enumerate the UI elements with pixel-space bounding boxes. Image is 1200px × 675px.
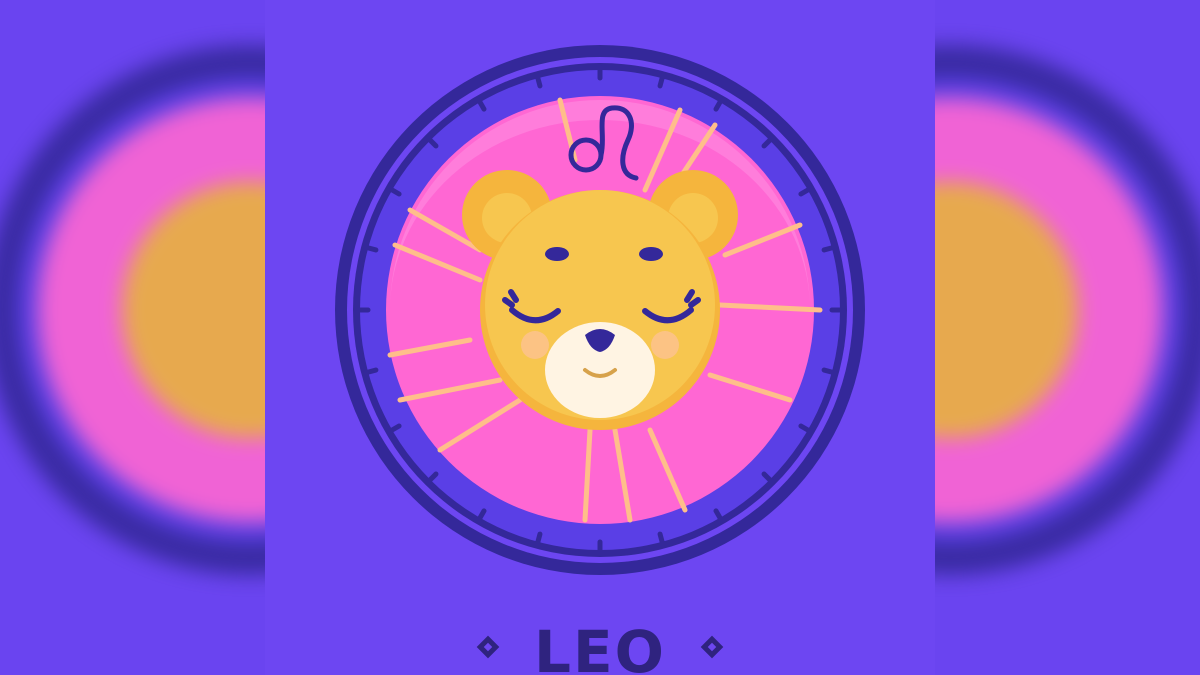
leo-zodiac-image: LEO: [0, 0, 1200, 675]
clock-tick: [534, 72, 543, 89]
title-row: LEO: [0, 612, 1200, 675]
clock-tick: [657, 72, 666, 89]
clock-tick: [534, 531, 543, 548]
clock-tick: [362, 244, 379, 253]
zodiac-badge: [335, 45, 865, 575]
clock-tick: [362, 367, 379, 376]
diamond-icon: [700, 635, 724, 659]
clock-tick: [657, 531, 666, 548]
clock-tick: [821, 367, 838, 376]
right-eyebrow: [639, 247, 663, 261]
left-eyebrow: [545, 247, 569, 261]
diamond-icon: [476, 635, 500, 659]
sign-title: LEO: [534, 618, 666, 675]
clock-tick: [821, 244, 838, 253]
